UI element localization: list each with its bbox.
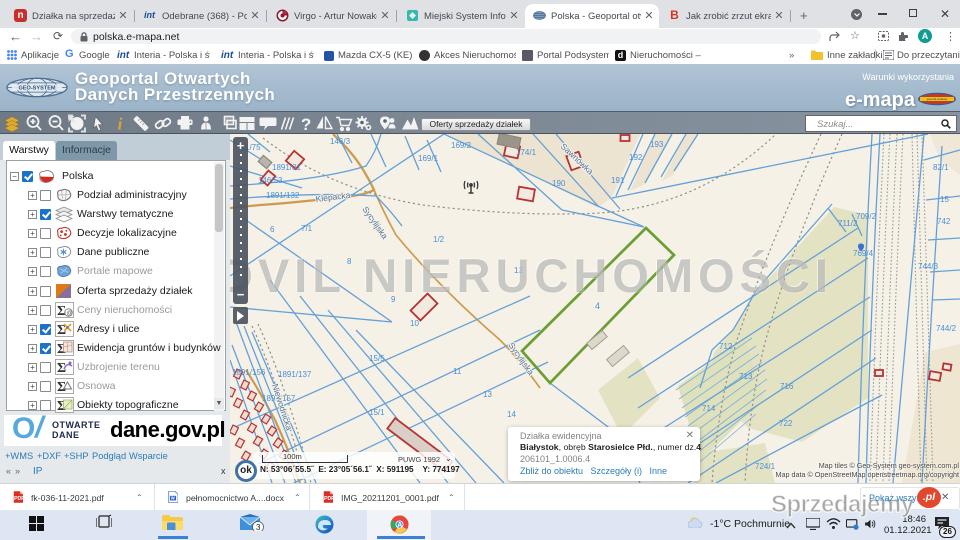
svg-text:146/53: 146/53	[258, 176, 283, 185]
svg-text:6: 6	[270, 225, 275, 234]
svg-text:3: 3	[256, 523, 261, 531]
svg-text:i: i	[118, 115, 123, 134]
svg-text:GEO-SYSTEM: GEO-SYSTEM	[18, 85, 55, 91]
svg-text:10: 10	[410, 319, 419, 328]
svg-text:?: ?	[301, 115, 311, 134]
svg-text:Sycylijska: Sycylijska	[360, 204, 390, 241]
svg-text:Klepacka: Klepacka	[315, 190, 351, 204]
svg-text:15/1: 15/1	[369, 408, 385, 417]
svg-text:744/2: 744/2	[936, 324, 957, 333]
svg-text:1891/132: 1891/132	[266, 191, 300, 200]
svg-text:146/3: 146/3	[330, 137, 351, 146]
svg-text:724/1: 724/1	[755, 462, 776, 471]
svg-text:15: 15	[940, 195, 949, 204]
svg-text:15/5: 15/5	[369, 354, 385, 363]
svg-text:13: 13	[483, 390, 492, 399]
svg-text:193: 193	[650, 140, 664, 149]
svg-text:82/1: 82/1	[933, 163, 949, 172]
svg-text:1891/31: 1891/31	[272, 163, 301, 172]
svg-text:190: 190	[552, 179, 566, 188]
svg-text:1891/137: 1891/137	[278, 370, 312, 379]
svg-text:714: 714	[702, 404, 716, 413]
svg-text:716: 716	[780, 382, 794, 391]
svg-text:711/2: 711/2	[838, 219, 858, 228]
svg-text:W: W	[171, 496, 175, 501]
svg-text:169/2: 169/2	[451, 141, 472, 150]
svg-text:709/2: 709/2	[856, 212, 877, 221]
svg-text:A: A	[397, 522, 402, 529]
svg-text:PDF: PDF	[14, 496, 23, 502]
svg-text:11: 11	[453, 367, 462, 376]
svg-text:713: 713	[739, 372, 753, 381]
svg-text:192: 192	[629, 153, 643, 162]
svg-text:Sycylijska: Sycylijska	[506, 340, 536, 377]
svg-text:722: 722	[779, 419, 793, 428]
svg-text:742: 742	[937, 217, 951, 226]
svg-text:169/1: 169/1	[418, 154, 439, 163]
svg-text:14: 14	[507, 410, 516, 419]
svg-text:@: @	[67, 311, 73, 317]
svg-text:174/1: 174/1	[516, 148, 537, 157]
svg-text:712: 712	[719, 342, 733, 351]
svg-text:1/2: 1/2	[433, 235, 445, 244]
svg-text:1891/156: 1891/156	[232, 368, 266, 377]
svg-text:7/1: 7/1	[301, 224, 313, 233]
svg-text:PDF: PDF	[324, 496, 333, 502]
svg-text:191: 191	[611, 176, 625, 185]
